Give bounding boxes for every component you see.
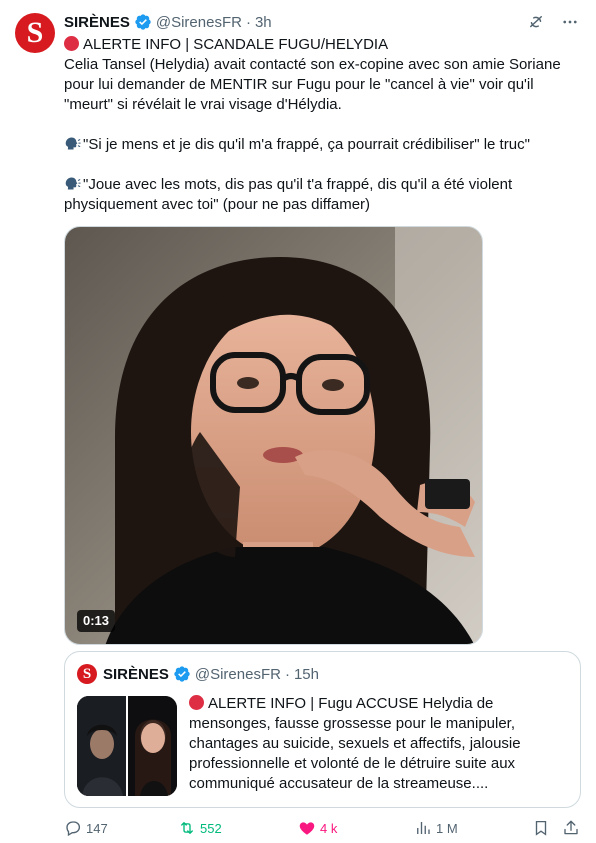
separator-dot: · [245, 13, 251, 31]
quoted-author-avatar: S [77, 664, 97, 684]
author-name[interactable]: SIRÈNES [64, 14, 130, 31]
views-button[interactable]: 1 M [414, 818, 458, 838]
quoted-tweet-text: ALERTE INFO | Fugu ACCUSE Helydia de men… [189, 694, 569, 794]
quoted-avatar-logo-letter: S [82, 665, 92, 682]
alert-headline: ALERTE INFO | SCANDALE FUGU/HELYDIA [83, 36, 389, 53]
quoted-tweet-body: ALERTE INFO | Fugu ACCUSE Helydia de men… [189, 695, 521, 792]
share-icon [564, 820, 578, 835]
tweet-line-alert: ALERTE INFO | SCANDALE FUGU/HELYDIA [64, 35, 582, 55]
tweet-card[interactable]: S SIRÈNES @SirenesFR · 3h ALERTE INFO | … [0, 0, 596, 843]
views-count: 1 M [436, 820, 458, 836]
tweet-timestamp[interactable]: 3h [255, 14, 272, 31]
author-avatar[interactable]: S [15, 13, 55, 53]
red-circle-icon [64, 36, 79, 51]
quoted-author-handle: @SirenesFR [194, 665, 281, 683]
video-thumbnail-portrait [65, 227, 482, 644]
speaking-head-icon [64, 176, 81, 191]
tweet-quote-1: "Si je mens et je dis qu'il m'a frappé, … [64, 135, 582, 155]
analytics-icon [417, 822, 430, 834]
quoted-tweet-timestamp: 15h [293, 665, 319, 683]
tweet-actions-bar: 147 552 4 k 1 M [64, 818, 584, 838]
tweet-quote-2: "Joue avec les mots, dis pas qu'il t'a f… [64, 175, 582, 215]
avatar-logo-letter: S [26, 16, 44, 49]
quote-1-text: "Si je mens et je dis qu'il m'a frappé, … [83, 136, 530, 153]
verified-badge-icon [134, 13, 152, 31]
red-circle-icon [189, 695, 204, 710]
reply-icon [66, 821, 81, 837]
share-button[interactable] [562, 818, 580, 838]
video-player[interactable]: 0:13 [64, 226, 483, 645]
author-handle[interactable]: @SirenesFR [156, 14, 242, 31]
quoted-tweet[interactable]: S SIRÈNES @SirenesFR · 15h ALERTE INFO |… [64, 651, 581, 808]
repost-icon [181, 822, 193, 834]
header-actions [526, 12, 580, 32]
like-count: 4 k [320, 820, 338, 836]
verified-badge-icon [173, 665, 191, 683]
quoted-author-name: SIRÈNES [103, 665, 169, 683]
bookmark-icon [535, 820, 547, 836]
like-button[interactable]: 4 k [298, 818, 337, 838]
video-duration-badge: 0:13 [77, 610, 116, 632]
reply-count: 147 [86, 820, 108, 836]
tweet-paragraph: Celia Tansel (Helydia) avait contacté so… [64, 56, 561, 113]
tweet-text: ALERTE INFO | SCANDALE FUGU/HELYDIA Celi… [64, 35, 582, 215]
separator-dot: · [284, 665, 290, 683]
repost-button[interactable]: 552 [178, 818, 222, 838]
quoted-tweet-thumbnail [77, 696, 177, 796]
quote-2-text: "Joue avec les mots, dis pas qu'il t'a f… [64, 176, 513, 213]
grok-icon[interactable] [526, 12, 546, 32]
bookmark-button[interactable] [532, 818, 550, 838]
reply-button[interactable]: 147 [64, 818, 108, 838]
quoted-tweet-header: SIRÈNES @SirenesFR · 15h [103, 665, 319, 683]
tweet-header: SIRÈNES @SirenesFR · 3h [64, 12, 272, 32]
heart-icon [299, 822, 315, 835]
speaking-head-icon [64, 136, 81, 151]
repost-count: 552 [200, 820, 222, 836]
more-icon[interactable] [560, 12, 580, 32]
